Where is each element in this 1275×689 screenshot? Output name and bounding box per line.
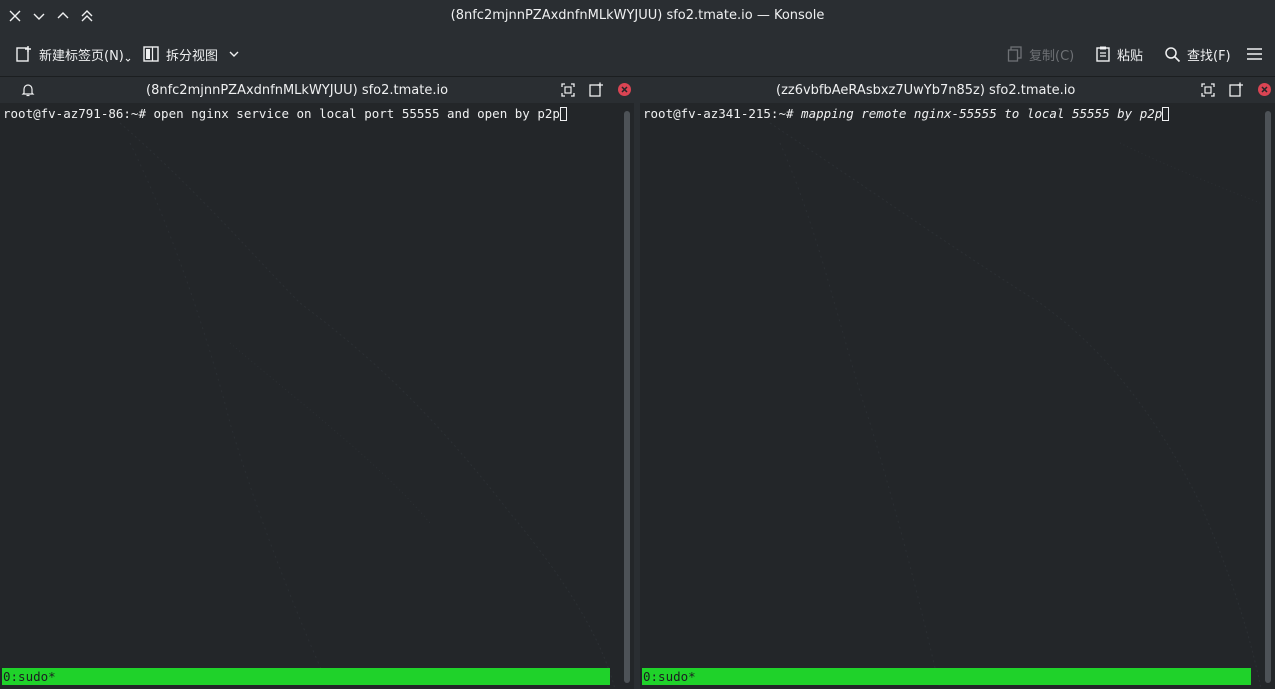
new-tab-label: 新建标签页(N): [39, 48, 124, 64]
pane-header: (8nfc2mjnnPZAxdnfnMLkWYJUU) sfo2.tmate.i…: [0, 77, 634, 103]
prompt-line: root@fv-az341-215:~# mapping remote ngin…: [643, 106, 1170, 122]
title-bar: (8nfc2mjnnPZAxdnfnMLkWYJUU) sfo2.tmate.i…: [0, 0, 1275, 32]
tmux-status-bar: 0:sudo*: [642, 668, 1251, 685]
expand-icon[interactable]: [560, 82, 576, 98]
pane-title: (zz6vbfbAeRAsbxz7UwYb7n85z) sfo2.tmate.i…: [776, 83, 1076, 98]
text-cursor: [559, 107, 567, 121]
chevron-down-icon: [125, 58, 131, 62]
command-text: mapping remote nginx-55555 to local 5555…: [801, 106, 1163, 121]
toolbar: 新建标签页(N) 拆分视图 复制(C) 粘贴 查找(F): [0, 32, 1275, 77]
close-pane-button[interactable]: [1258, 83, 1271, 96]
scrollbar[interactable]: [1261, 103, 1275, 689]
shell-prompt: root@fv-az341-215:~#: [643, 106, 802, 121]
terminal-pane-left: (8nfc2mjnnPZAxdnfnMLkWYJUU) sfo2.tmate.i…: [0, 77, 634, 689]
find-label: 查找(F): [1187, 48, 1231, 64]
paste-icon: [1096, 46, 1110, 62]
terminal-area[interactable]: root@fv-az341-215:~# mapping remote ngin…: [640, 103, 1261, 689]
scrollbar-thumb[interactable]: [1265, 111, 1271, 683]
search-icon: [1165, 46, 1181, 62]
terminal-area[interactable]: root@fv-az791-86:~# open nginx service o…: [0, 103, 620, 689]
new-tab-button[interactable]: 新建标签页(N): [15, 43, 131, 65]
split-view-label: 拆分视图: [166, 48, 219, 64]
tmux-status-bar: 0:sudo*: [2, 668, 610, 685]
new-window-icon[interactable]: [588, 82, 604, 98]
new-window-icon[interactable]: [1228, 82, 1244, 98]
shell-prompt: root@fv-az791-86:~#: [3, 106, 154, 121]
close-icon: [1261, 86, 1268, 93]
pane-title: (8nfc2mjnnPZAxdnfnMLkWYJUU) sfo2.tmate.i…: [146, 83, 449, 98]
close-pane-button[interactable]: [618, 83, 631, 96]
command-text: open nginx service on local port 55555 a…: [153, 106, 560, 121]
terminal-pane-right: (zz6vbfbAeRAsbxz7UwYb7n85z) sfo2.tmate.i…: [640, 77, 1275, 689]
split-view-button[interactable]: 拆分视图: [142, 43, 240, 65]
expand-icon[interactable]: [1200, 82, 1216, 98]
paste-button[interactable]: 粘贴: [1095, 43, 1143, 65]
copy-label: 复制(C): [1029, 48, 1075, 64]
window-title: (8nfc2mjnnPZAxdnfnMLkWYJUU) sfo2.tmate.i…: [450, 8, 825, 23]
chevron-down-icon: [229, 51, 239, 57]
new-tab-icon: [16, 46, 31, 62]
hamburger-menu-icon: [1247, 48, 1262, 60]
find-button[interactable]: 查找(F): [1164, 43, 1231, 65]
main-menu-button[interactable]: [1246, 43, 1263, 65]
text-cursor: [1162, 107, 1170, 121]
prompt-line: root@fv-az791-86:~# open nginx service o…: [3, 106, 567, 122]
bell-icon[interactable]: [20, 82, 36, 98]
paste-label: 粘贴: [1117, 48, 1144, 64]
close-icon: [621, 86, 628, 93]
copy-icon: [1007, 46, 1022, 62]
scrollbar[interactable]: [620, 103, 634, 689]
copy-button[interactable]: 复制(C): [1007, 43, 1074, 65]
split-view-icon: [143, 46, 159, 62]
pane-header: (zz6vbfbAeRAsbxz7UwYb7n85z) sfo2.tmate.i…: [640, 77, 1275, 103]
scrollbar-thumb[interactable]: [624, 111, 630, 683]
background-pattern: [769, 122, 1261, 689]
background-pattern: [119, 122, 616, 689]
